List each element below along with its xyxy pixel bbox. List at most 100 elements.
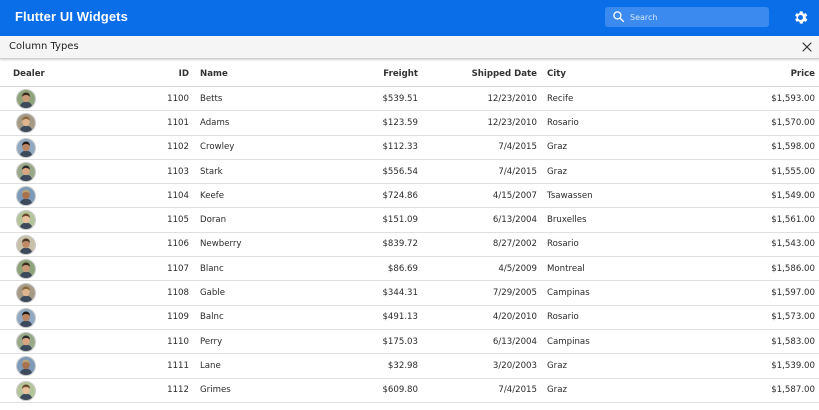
panel-title: Column Types [9, 41, 79, 52]
table-row[interactable]: 1109 Balnc $491.13 4/20/2010 Rosario $1,573.0… [0, 306, 819, 330]
table-row[interactable]: 1108 Gable $344.31 7/29/2005 Campinas $1,597.… [0, 281, 819, 306]
cell-freight: $839.72 [382, 239, 418, 250]
search-icon [613, 11, 625, 23]
cell-shipped-date: 4/20/2010 [492, 312, 537, 323]
search-box[interactable] [605, 7, 769, 27]
column-header-name[interactable]: Name [200, 61, 320, 86]
cell-price: $1,549.00 [771, 190, 815, 201]
cell-shipped-date: 3/20/2003 [492, 360, 537, 371]
avatar [16, 380, 36, 401]
table-row[interactable]: 1100 Betts $539.51 12/23/2010 Recife $1,593.0… [0, 87, 819, 112]
cell-freight: $556.54 [382, 166, 418, 177]
column-header-dealer[interactable]: Dealer [13, 61, 63, 86]
table-row[interactable]: 1112 Grimes $609.80 7/4/2015 Graz $1,587.00 [0, 379, 819, 403]
cell-price: $1,587.00 [771, 385, 815, 396]
cell-name: Blanc [200, 263, 224, 274]
cell-id: 1110 [167, 336, 189, 347]
cell-id: 1112 [167, 385, 189, 396]
cell-freight: $123.59 [382, 117, 418, 128]
cell-name: Gable [200, 288, 226, 299]
table-row[interactable]: 1111 Lane $32.98 3/20/2003 Graz $1,539.00 [0, 354, 819, 379]
avatar [16, 161, 36, 182]
cell-city: Graz [547, 360, 567, 371]
cell-price: $1,593.00 [771, 93, 815, 104]
cell-city: Tsawassen [547, 190, 593, 201]
cell-price: $1,597.00 [771, 288, 815, 299]
cell-name: Adams [200, 117, 230, 128]
cell-shipped-date: 7/4/2015 [498, 385, 537, 396]
cell-price: $1,586.00 [771, 263, 815, 274]
panel-header: Column Types [0, 36, 819, 59]
avatar [16, 186, 36, 207]
cell-freight: $609.80 [382, 385, 418, 396]
cell-city: Recife [547, 93, 574, 104]
cell-id: 1104 [167, 190, 189, 201]
close-icon[interactable] [801, 41, 813, 53]
app-title: Flutter UI Widgets [15, 9, 128, 24]
cell-freight: $724.86 [382, 190, 418, 201]
column-header-price[interactable]: Price [690, 61, 815, 86]
cell-price: $1,583.00 [771, 336, 815, 347]
cell-city: Campinas [547, 336, 590, 347]
cell-name: Keefe [200, 190, 225, 201]
app-bar: Flutter UI Widgets [0, 0, 819, 36]
cell-shipped-date: 7/4/2015 [498, 166, 537, 177]
table-row[interactable]: 1106 Newberry $839.72 8/27/2002 Rosario $1,54… [0, 233, 819, 258]
search-input[interactable] [630, 7, 765, 27]
cell-shipped-date: 6/13/2004 [492, 336, 537, 347]
data-grid: Dealer ID Name Freight Shipped Date City… [0, 61, 819, 403]
cell-city: Rosario [547, 117, 579, 128]
cell-name: Stark [200, 166, 223, 177]
cell-city: Graz [547, 142, 567, 153]
avatar [16, 283, 36, 304]
column-header-freight[interactable]: Freight [330, 61, 418, 86]
cell-name: Grimes [200, 385, 231, 396]
cell-price: $1,598.00 [771, 142, 815, 153]
avatar [16, 307, 36, 328]
cell-name: Betts [200, 93, 223, 104]
column-header-id[interactable]: ID [120, 61, 189, 86]
cell-shipped-date: 4/15/2007 [492, 190, 537, 201]
cell-name: Lane [200, 360, 221, 371]
avatar [16, 137, 36, 158]
avatar [16, 356, 36, 377]
cell-price: $1,539.00 [771, 360, 815, 371]
table-row[interactable]: 1107 Blanc $86.69 4/5/2009 Montreal $1,586.00 [0, 257, 819, 282]
cell-id: 1111 [167, 360, 189, 371]
cell-price: $1,573.00 [771, 312, 815, 323]
cell-city: Montreal [547, 263, 585, 274]
cell-id: 1107 [167, 263, 189, 274]
cell-shipped-date: 7/29/2005 [492, 288, 537, 299]
cell-id: 1102 [167, 142, 189, 153]
avatar [16, 259, 36, 280]
table-row[interactable]: 1103 Stark $556.54 7/4/2015 Graz $1,555.00 [0, 160, 819, 185]
cell-shipped-date: 12/23/2010 [487, 117, 537, 128]
cell-name: Newberry [200, 239, 242, 250]
table-row[interactable]: 1104 Keefe $724.86 4/15/2007 Tsawassen $1,549… [0, 184, 819, 209]
cell-price: $1,561.00 [771, 215, 815, 226]
cell-freight: $344.31 [382, 288, 418, 299]
cell-freight: $539.51 [382, 93, 418, 104]
cell-id: 1103 [167, 166, 189, 177]
avatar [16, 113, 36, 134]
gear-icon[interactable] [792, 9, 809, 26]
cell-price: $1,543.00 [771, 239, 815, 250]
cell-city: Campinas [547, 288, 590, 299]
table-row[interactable]: 1110 Perry $175.03 6/13/2004 Campinas $1,583.… [0, 330, 819, 355]
column-header-shipped-date[interactable]: Shipped Date [440, 61, 537, 86]
grid-body: 1100 Betts $539.51 12/23/2010 Recife $1,593.0… [0, 87, 819, 403]
avatar [16, 234, 36, 255]
avatar [16, 331, 36, 352]
table-row[interactable]: 1101 Adams $123.59 12/23/2010 Rosario $1,570.… [0, 111, 819, 136]
cell-id: 1109 [167, 312, 189, 323]
cell-name: Perry [200, 336, 223, 347]
grid-header-row: Dealer ID Name Freight Shipped Date City… [0, 61, 819, 87]
cell-id: 1106 [167, 239, 189, 250]
cell-shipped-date: 12/23/2010 [487, 93, 537, 104]
table-row[interactable]: 1102 Crowley $112.33 7/4/2015 Graz $1,598.00 [0, 136, 819, 160]
cell-id: 1100 [167, 93, 189, 104]
column-header-city[interactable]: City [547, 61, 667, 86]
cell-city: Rosario [547, 312, 579, 323]
table-row[interactable]: 1105 Doran $151.09 6/13/2004 Bruxelles $1,561… [0, 208, 819, 233]
cell-freight: $112.33 [382, 142, 418, 153]
